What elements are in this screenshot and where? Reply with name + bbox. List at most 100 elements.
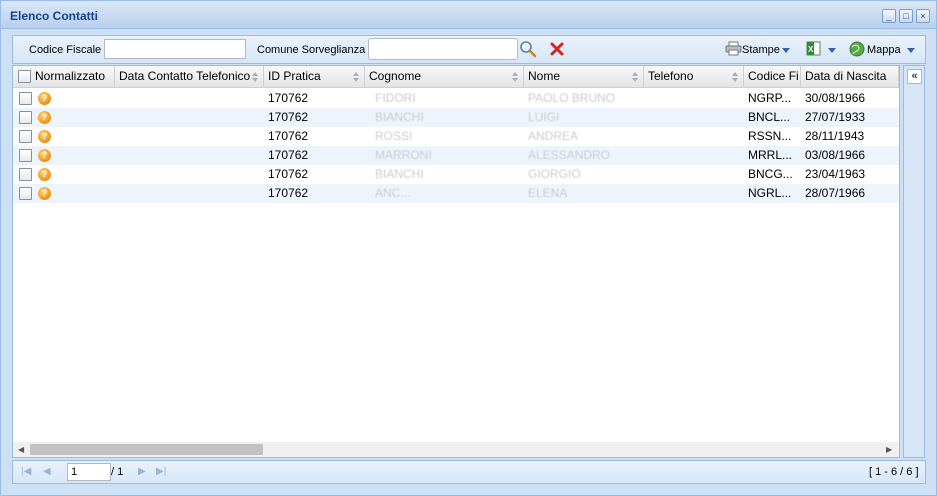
maximize-button[interactable]: □ (899, 9, 913, 23)
cell-cognome: BIANCHI (375, 167, 424, 181)
cell-codice-fiscale: MRRL... (748, 148, 793, 162)
cell-data-contatto (115, 165, 264, 184)
table-row[interactable]: ? 170762 ROSSI ANDREA RSSN... 28/11/1943 (13, 127, 899, 146)
cell-nome: ALESSANDRO (528, 148, 611, 162)
search-icon[interactable] (519, 40, 537, 58)
excel-icon: X (806, 41, 822, 59)
comune-sorveglianza-input[interactable] (368, 38, 518, 60)
scrollbar-thumb[interactable] (30, 444, 263, 455)
filter-toolbar: Codice Fiscale Comune Sorveglianza Stamp… (12, 35, 926, 64)
printer-icon (725, 41, 742, 59)
row-checkbox[interactable] (19, 130, 32, 143)
cell-codice-fiscale: BNCG... (748, 167, 793, 181)
contacts-window: Elenco Contatti _ □ × Codice Fiscale Com… (0, 0, 937, 496)
scroll-left-icon[interactable]: ◀ (18, 445, 24, 454)
column-telefono[interactable]: Telefono (644, 66, 744, 88)
column-data-nascita[interactable]: Data di Nascita (801, 66, 899, 88)
cell-telefono (644, 146, 744, 165)
side-panel: « (903, 65, 925, 458)
table-row[interactable]: ? 170762 FIDORI PAOLO BRUNO NGRP... 30/0… (13, 89, 899, 108)
cell-cognome: BIANCHI (375, 110, 424, 124)
row-checkbox[interactable] (19, 92, 32, 105)
horizontal-scrollbar[interactable]: ◀ ▶ (13, 442, 899, 457)
page-total: / 1 (111, 466, 124, 478)
cell-telefono (644, 184, 744, 203)
stampe-button[interactable]: Stampe (725, 41, 790, 59)
cell-codice-fiscale: NGRL... (748, 186, 792, 200)
row-checkbox[interactable] (19, 187, 32, 200)
comune-sorveglianza-label: Comune Sorveglianza (257, 44, 366, 56)
sort-icon (252, 72, 258, 82)
cell-id-pratica: 170762 (268, 167, 309, 181)
question-icon[interactable]: ? (38, 149, 51, 162)
stampe-label: Stampe (742, 44, 780, 56)
row-checkbox[interactable] (19, 111, 32, 124)
sort-icon (512, 72, 518, 82)
question-icon[interactable]: ? (38, 168, 51, 181)
chevron-down-icon (906, 47, 915, 53)
cell-data-nascita: 30/08/1966 (805, 91, 866, 105)
row-checkbox[interactable] (19, 149, 32, 162)
row-checkbox[interactable] (19, 168, 32, 181)
expand-panel-icon[interactable]: « (907, 69, 922, 84)
table-row[interactable]: ? 170762 MARRONI ALESSANDRO MRRL... 03/0… (13, 146, 899, 165)
page-range: [ 1 - 6 / 6 ] (869, 466, 919, 478)
cell-codice-fiscale: RSSN... (748, 129, 792, 143)
cell-data-contatto (115, 184, 264, 203)
table-row[interactable]: ? 170762 BIANCHI LUIGI BNCL... 27/07/193… (13, 108, 899, 127)
column-data-contatto[interactable]: Data Contatto Telefonico (115, 66, 264, 88)
next-page-icon[interactable]: ▶ (138, 466, 146, 477)
cell-nome: ANDREA (528, 129, 579, 143)
cell-data-nascita: 23/04/1963 (805, 167, 866, 181)
cell-id-pratica: 170762 (268, 186, 309, 200)
cell-cognome: MARRONI (375, 148, 432, 162)
codice-fiscale-input[interactable] (104, 39, 246, 59)
column-normalizzato[interactable]: Normalizzato (13, 66, 115, 88)
minimize-button[interactable]: _ (882, 9, 896, 23)
contacts-grid: Normalizzato Data Contatto Telefonico ID… (12, 65, 900, 458)
cell-id-pratica: 170762 (268, 91, 309, 105)
first-page-icon[interactable]: |◀ (21, 466, 31, 477)
sort-icon (353, 72, 359, 82)
prev-page-icon[interactable]: ◀ (43, 466, 51, 477)
scroll-right-icon[interactable]: ▶ (886, 445, 892, 454)
question-icon[interactable]: ? (38, 92, 51, 105)
column-codice-fiscale[interactable]: Codice Fi (744, 66, 801, 88)
grid-header: Normalizzato Data Contatto Telefonico ID… (13, 66, 899, 88)
close-button[interactable]: × (916, 9, 930, 23)
column-id-pratica[interactable]: ID Pratica (264, 66, 365, 88)
cell-nome: LUIGI (528, 110, 560, 124)
table-row[interactable]: ? 170762 BIANCHI GIORGIO BNCG... 23/04/1… (13, 165, 899, 184)
cell-telefono (644, 89, 744, 108)
cell-cognome: ROSSI (375, 129, 413, 143)
codice-fiscale-label: Codice Fiscale (29, 44, 102, 56)
cell-telefono (644, 108, 744, 127)
cell-data-contatto (115, 108, 264, 127)
cell-data-contatto (115, 89, 264, 108)
last-page-icon[interactable]: ▶| (156, 466, 166, 477)
question-icon[interactable]: ? (38, 111, 51, 124)
mappa-button[interactable]: Mappa (849, 41, 915, 59)
clear-icon[interactable] (549, 41, 565, 57)
mappa-label: Mappa (867, 44, 901, 56)
column-nome[interactable]: Nome (524, 66, 644, 88)
chevron-down-icon (828, 47, 836, 53)
cell-nome: PAOLO BRUNO (528, 91, 616, 105)
cell-codice-fiscale: BNCL... (748, 110, 791, 124)
cell-id-pratica: 170762 (268, 148, 309, 162)
cell-telefono (644, 127, 744, 146)
cell-id-pratica: 170762 (268, 110, 309, 124)
column-cognome[interactable]: Cognome (365, 66, 524, 88)
question-icon[interactable]: ? (38, 187, 51, 200)
paging-toolbar: |◀ ◀ / 1 ▶ ▶| [ 1 - 6 / 6 ] (12, 460, 926, 484)
window-titlebar[interactable]: Elenco Contatti _ □ × (1, 1, 936, 29)
table-row[interactable]: ? 170762 ANC... ELENA NGRL... 28/07/1966 (13, 184, 899, 203)
select-all-checkbox[interactable] (18, 70, 31, 83)
question-icon[interactable]: ? (38, 130, 51, 143)
cell-data-nascita: 28/11/1943 (805, 129, 865, 143)
cell-codice-fiscale: NGRP... (748, 91, 792, 105)
page-number-input[interactable] (67, 463, 111, 481)
cell-telefono (644, 165, 744, 184)
cell-data-contatto (115, 127, 264, 146)
export-button[interactable]: X (806, 41, 836, 59)
